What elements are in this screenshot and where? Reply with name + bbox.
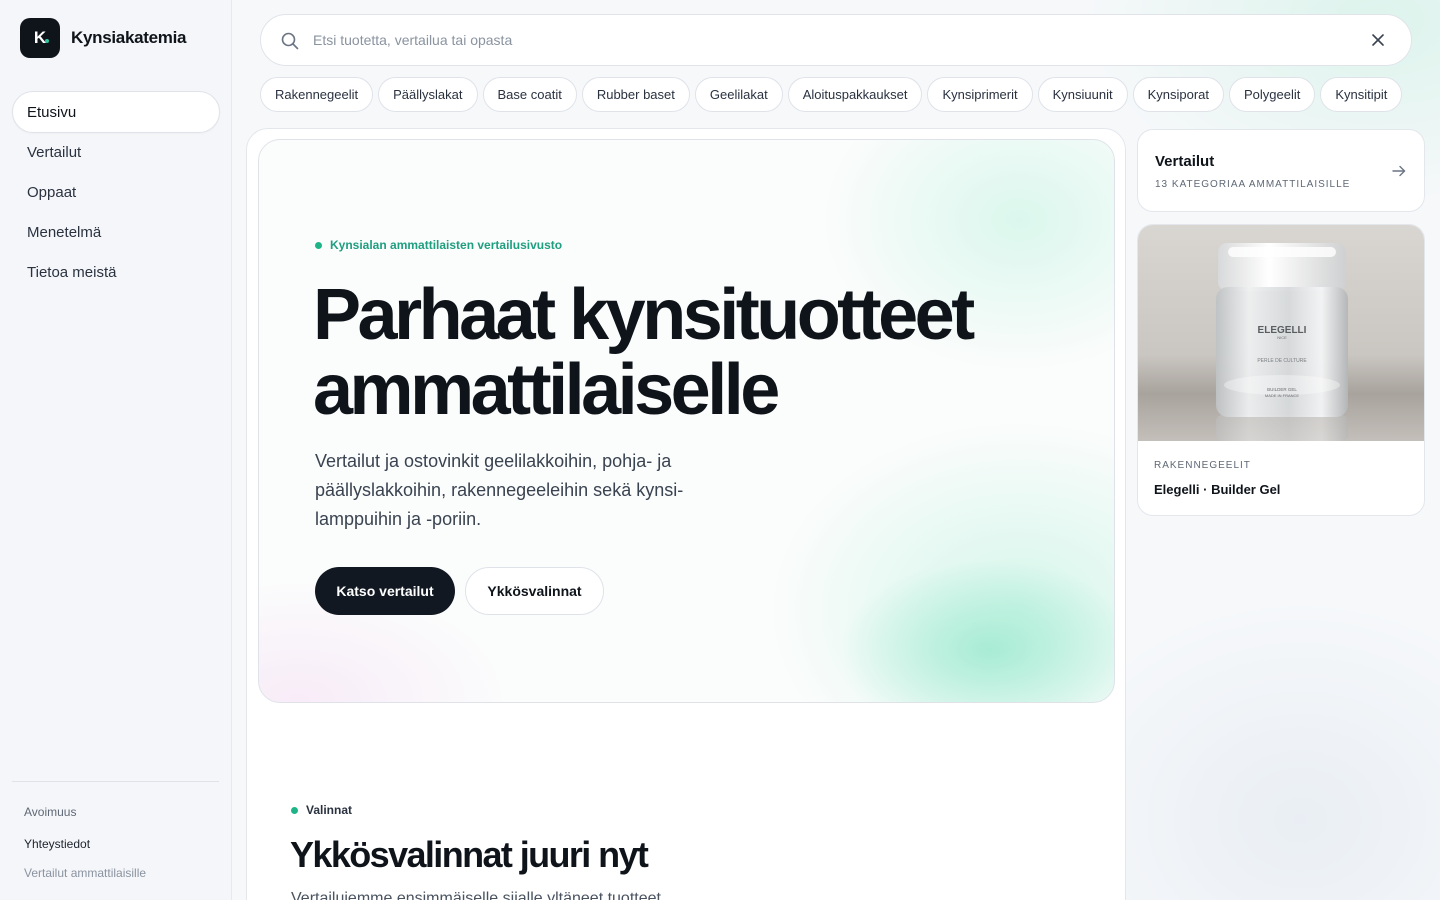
- section-subtitle: Vertailujemme ensimmäiselle sijalle yltä…: [291, 890, 666, 900]
- product-card[interactable]: ELEGELLI NICE PERLE DE CULTURE BUILDER G…: [1137, 224, 1425, 516]
- nav-item-label: Etusivu: [27, 103, 77, 121]
- jar-line: PERLE DE CULTURE: [1257, 358, 1307, 364]
- eyebrow-dot: [315, 241, 322, 249]
- section-title: Ykkösvalinnat juuri nyt: [290, 834, 649, 875]
- brand-logo: K: [20, 18, 60, 58]
- chip-rakennegeelit[interactable]: Rakennegeelit: [260, 77, 374, 112]
- category-chips: Rakennegeelit Päällyslakat Base coatit Rubb…: [260, 77, 1430, 113]
- close-icon[interactable]: [1371, 33, 1385, 47]
- chip-polygeelit[interactable]: Polygeelit: [1229, 77, 1316, 112]
- product-image: ELEGELLI NICE PERLE DE CULTURE BUILDER G…: [1138, 225, 1424, 441]
- nav-item-vertailut[interactable]: Vertailut: [12, 131, 220, 173]
- jar-origin: MADE IN FRANCE: [1265, 393, 1300, 398]
- gel-jar-illustration: ELEGELLI NICE PERLE DE CULTURE BUILDER G…: [1138, 243, 1424, 441]
- chip-kynsiporat[interactable]: Kynsiporat: [1132, 77, 1225, 112]
- top-picks-button[interactable]: Ykkösvalinnat: [465, 567, 604, 615]
- brand-logo-dot: [45, 39, 49, 43]
- jar-sub: NICE: [1277, 335, 1287, 340]
- nav-item-label: Tietoa meistä: [27, 263, 117, 281]
- product-name: Elegelli · Builder Gel: [1154, 482, 1281, 497]
- comparisons-card-title: Vertailut: [1155, 153, 1215, 170]
- view-comparisons-button[interactable]: Katso vertailut: [315, 567, 455, 615]
- sidebar-divider: [12, 781, 219, 782]
- hero-eyebrow-text: Kynsialan ammattilaisten vertailusivusto: [330, 238, 563, 252]
- eyebrow-dot: [291, 806, 298, 814]
- chip-base-coatit[interactable]: Base coatit: [482, 77, 577, 112]
- nav-item-oppaat[interactable]: Oppaat: [12, 171, 220, 213]
- chip-paallyslakat[interactable]: Päällyslakat: [378, 77, 478, 112]
- openness-link[interactable]: Avoimuus: [24, 805, 76, 819]
- section-eyebrow: Valinnat: [291, 803, 352, 817]
- comparisons-card-subtitle: 13 KATEGORIAA AMMATTILAISILLE: [1155, 179, 1351, 190]
- chip-kynsiprimerit[interactable]: Kynsiprimerit: [927, 77, 1033, 112]
- nav-item-label: Menetelmä: [27, 223, 102, 241]
- chip-rubber-baset[interactable]: Rubber baset: [581, 77, 690, 112]
- comparisons-card[interactable]: Vertailut 13 KATEGORIAA AMMATTILAISILLE: [1137, 129, 1425, 212]
- arrow-right-icon: [1392, 165, 1406, 177]
- brand-logo-letter: K: [33, 28, 47, 47]
- section-eyebrow-text: Valinnat: [306, 803, 353, 817]
- chip-kynsitipit[interactable]: Kynsitipit: [1320, 77, 1403, 112]
- nav-item-etusivu[interactable]: Etusivu: [12, 91, 220, 133]
- product-category: RAKENNEGEELIT: [1154, 460, 1251, 471]
- footer-tagline: Vertailut ammattilaisille: [24, 866, 147, 880]
- sidebar: K Kynsiakatemia Etusivu Vertailut Oppaat…: [0, 0, 232, 900]
- search-icon: [281, 32, 299, 50]
- nav-item-menetelma[interactable]: Menetelmä: [12, 211, 220, 253]
- nav-item-tietoa-meista[interactable]: Tietoa meistä: [12, 251, 220, 293]
- hero-eyebrow: Kynsialan ammattilaisten vertailusivusto: [315, 238, 562, 252]
- main-nav: Etusivu Vertailut Oppaat Menetelmä Tieto…: [12, 91, 220, 291]
- jar-product: BUILDER GEL: [1267, 387, 1297, 392]
- nav-item-label: Vertailut: [27, 143, 82, 161]
- nav-item-label: Oppaat: [27, 183, 77, 201]
- contact-link[interactable]: Yhteystiedot: [24, 837, 90, 851]
- chip-geelilakat[interactable]: Geelilakat: [694, 77, 783, 112]
- hero: Kynsialan ammattilaisten vertailusivusto…: [258, 139, 1115, 703]
- brand[interactable]: K Kynsiakatemia: [20, 18, 186, 58]
- chip-aloituspakkaukset[interactable]: Aloituspakkaukset: [787, 77, 923, 112]
- brand-name: Kynsiakatemia: [71, 28, 187, 47]
- search-input[interactable]: [313, 15, 1353, 65]
- hero-title: Parhaat kynsituot­teet ammattilaiselle: [313, 275, 975, 430]
- hero-subtitle: Vertailut ja ostovinkit geelilakkoihin, …: [315, 451, 684, 529]
- search-bar: [260, 14, 1412, 66]
- chip-kynsiuunit[interactable]: Kynsiuunit: [1037, 77, 1128, 112]
